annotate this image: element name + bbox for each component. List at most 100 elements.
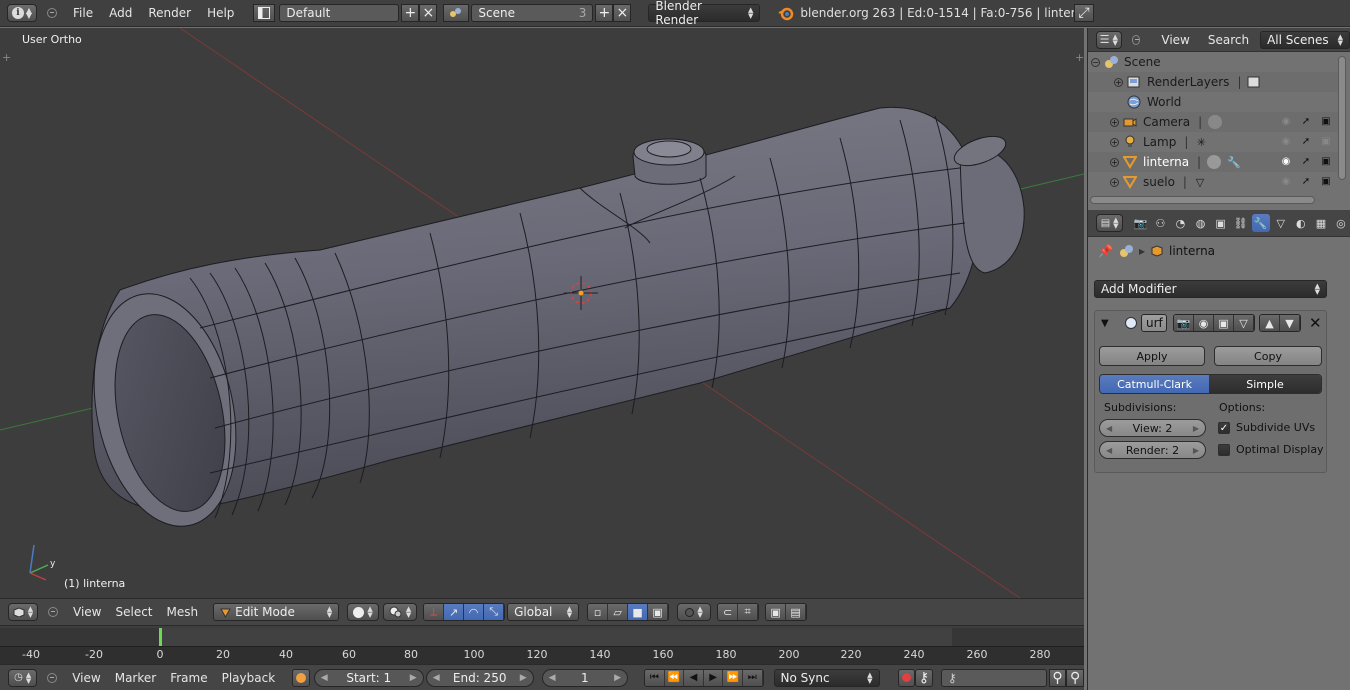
end-frame-field[interactable]: ◀ End: 250 ▶ [425,668,534,687]
cage-toggle-icon[interactable]: ▽ [1234,315,1254,331]
menu-playback[interactable]: Playback [215,671,283,685]
outliner-filter-select[interactable]: All Scenes ▲ ▼ [1260,30,1350,49]
next-keyframe-icon[interactable]: ⏩ [723,669,743,686]
3d-viewport[interactable]: y + + User Ortho (1) linterna [0,28,1084,598]
opengl-anim-icon[interactable]: ▤ [786,604,807,620]
selectability-toggle-icon[interactable]: ➚ [1300,176,1312,188]
menu-search[interactable]: Search [1199,33,1258,47]
view-levels-field[interactable]: ◀ View: 2 ▶ [1099,419,1206,437]
selectability-toggle-icon[interactable]: ➚ [1300,116,1312,128]
menu-select[interactable]: Select [108,605,159,619]
world-tab-icon[interactable]: ◍ [1191,214,1209,232]
edge-select-icon[interactable]: ▱ [608,604,629,620]
prev-keyframe-icon[interactable]: ⏪ [664,669,685,686]
renderability-toggle-icon[interactable]: ▣ [1320,116,1332,128]
outliner-item-lamp[interactable]: + Lamp | ✳ ◉ ➚ ▣ [1088,132,1340,152]
visibility-toggle-icon[interactable]: ◉ [1280,176,1292,188]
start-frame-field[interactable]: ◀ Start: 1 ▶ [313,668,424,687]
catmull-clark-option[interactable]: Catmull-Clark [1100,375,1210,393]
outliner-item-scene[interactable]: − Scene [1088,52,1340,72]
current-frame-indicator[interactable] [159,628,162,646]
editor-type-button[interactable]: ☰ ▲ ▼ [1096,30,1122,49]
properties-editor[interactable]: ▤ ▲ ▼ 📷 ⚇ ◔ ◍ ▣ ⛓ 🔧 ▽ ◐ ▦ ◎ 📌 ▸ linterna … [1087,210,1350,690]
selectability-toggle-icon[interactable]: ➚ [1300,136,1312,148]
jump-start-icon[interactable]: ⏮ [645,669,665,686]
insert-keyframe-icon[interactable]: ⚲ [1048,668,1067,687]
screen-layout-icon[interactable] [253,4,276,22]
menu-frame[interactable]: Frame [163,671,214,685]
renderability-toggle-icon[interactable]: ▣ [1320,136,1332,148]
menu-view[interactable]: View [65,671,107,685]
timeline-editor[interactable]: -40 -20 0 20 40 60 80 100 120 140 160 18… [0,625,1084,664]
scene-tab-icon[interactable]: ◔ [1171,214,1189,232]
active-keying-set-field[interactable]: ⚷ [940,668,1047,687]
play-icon[interactable]: ▶ [703,669,724,686]
menu-help[interactable]: Help [199,6,242,20]
jump-end-icon[interactable]: ⏭ [742,669,763,686]
collapse-arrow-icon[interactable]: ▼ [1101,318,1109,329]
editor-type-button[interactable]: i ▲ ▼ [7,4,37,22]
expand-icon[interactable]: + [1110,157,1119,167]
outliner-item-suelo[interactable]: + suelo | ▽ ◉ ➚ ▣ [1088,172,1340,192]
outliner-horizontal-scrollbar[interactable] [1090,196,1315,204]
delete-scene-button[interactable]: × [613,4,632,22]
menu-mesh[interactable]: Mesh [160,605,206,619]
remove-modifier-icon[interactable]: ✕ [1309,314,1322,332]
renderability-toggle-icon[interactable]: ▣ [1320,156,1332,168]
selectability-toggle-icon[interactable]: ➚ [1300,156,1312,168]
manipulator-toggle-icon[interactable]: ⟂ [424,604,445,620]
editmode-toggle-icon[interactable]: ▣ [1214,315,1234,331]
pin-icon[interactable]: 📌 [1098,244,1113,258]
opengl-render-icon[interactable]: ▣ [766,604,787,620]
menu-file[interactable]: File [65,6,101,20]
move-up-icon[interactable]: ▲ [1260,315,1280,331]
modifier-name-field[interactable]: urf [1141,314,1167,332]
face-select-icon[interactable]: ■ [628,604,649,620]
outliner-editor[interactable]: ☰ ▲ ▼ View Search All Scenes ▲ ▼ − Scene +… [1087,28,1350,210]
scene-selector-icon[interactable] [443,4,470,22]
add-layout-button[interactable]: + [401,4,420,22]
layout-name-field[interactable]: Default [279,4,400,22]
scale-manipulator-icon[interactable]: ⤡ [484,604,505,620]
menu-add[interactable]: Add [101,6,140,20]
simple-option[interactable]: Simple [1209,375,1321,393]
texture-tab-icon[interactable]: ▦ [1312,214,1330,232]
delete-layout-button[interactable]: × [419,4,438,22]
rotate-manipulator-icon[interactable]: ◠ [464,604,485,620]
current-frame-field[interactable]: ◀ 1 ▶ [541,668,629,687]
editor-type-button[interactable]: ▲ ▼ [8,603,38,621]
expand-icon[interactable]: + [1110,137,1119,147]
object-tab-icon[interactable]: ▣ [1212,214,1230,232]
timeline-track[interactable] [0,628,1084,646]
render-levels-field[interactable]: ◀ Render: 2 ▶ [1099,441,1206,459]
outliner-item-linterna[interactable]: + linterna | 🔧 ◉ ➚ ▣ [1088,152,1340,172]
record-icon[interactable] [897,668,916,687]
outliner-vertical-scrollbar[interactable] [1338,56,1346,180]
move-down-icon[interactable]: ▼ [1280,315,1300,331]
editor-type-button[interactable]: ◷ ▲ ▼ [8,668,38,687]
expand-icon[interactable]: + [1114,77,1123,87]
menu-marker[interactable]: Marker [108,671,163,685]
pivot-point-select[interactable]: ▲ ▼ [383,603,418,621]
keying-set-icon[interactable]: ⚷ [915,668,933,687]
modifiers-tab-icon[interactable]: 🔧 [1251,214,1270,232]
collapse-icon[interactable]: − [1091,57,1100,67]
visibility-toggle-icon[interactable]: ◉ [1280,136,1292,148]
realtime-toggle-icon[interactable]: ◉ [1194,315,1214,331]
render-engine-select[interactable]: Blender Render ▲ ▼ [648,0,761,27]
visibility-toggle-icon[interactable]: ◉ [1280,116,1292,128]
renderability-toggle-icon[interactable]: ▣ [1320,176,1332,188]
subdivide-uvs-checkbox[interactable]: ✓ Subdivide UVs [1218,421,1315,434]
vertex-select-icon[interactable]: ▫ [588,604,609,620]
snap-element-icon[interactable]: ⌗ [738,604,759,620]
preview-range-icon[interactable] [292,668,310,687]
render-tab-icon[interactable]: 📷 [1131,214,1149,232]
fullscreen-toggle-icon[interactable]: ⤢ [1074,4,1094,22]
viewport-shading-select[interactable]: ▲ ▼ [347,603,380,621]
optimal-display-checkbox[interactable]: Optimal Display [1218,443,1324,456]
menu-view[interactable]: View [1152,33,1198,47]
collapse-menu-icon[interactable] [48,607,58,617]
outliner-item-renderlayers[interactable]: + RenderLayers | [1088,72,1340,92]
magnet-icon[interactable]: ⊂ [718,604,739,620]
scene-name-field[interactable]: Scene 3 [471,4,594,22]
